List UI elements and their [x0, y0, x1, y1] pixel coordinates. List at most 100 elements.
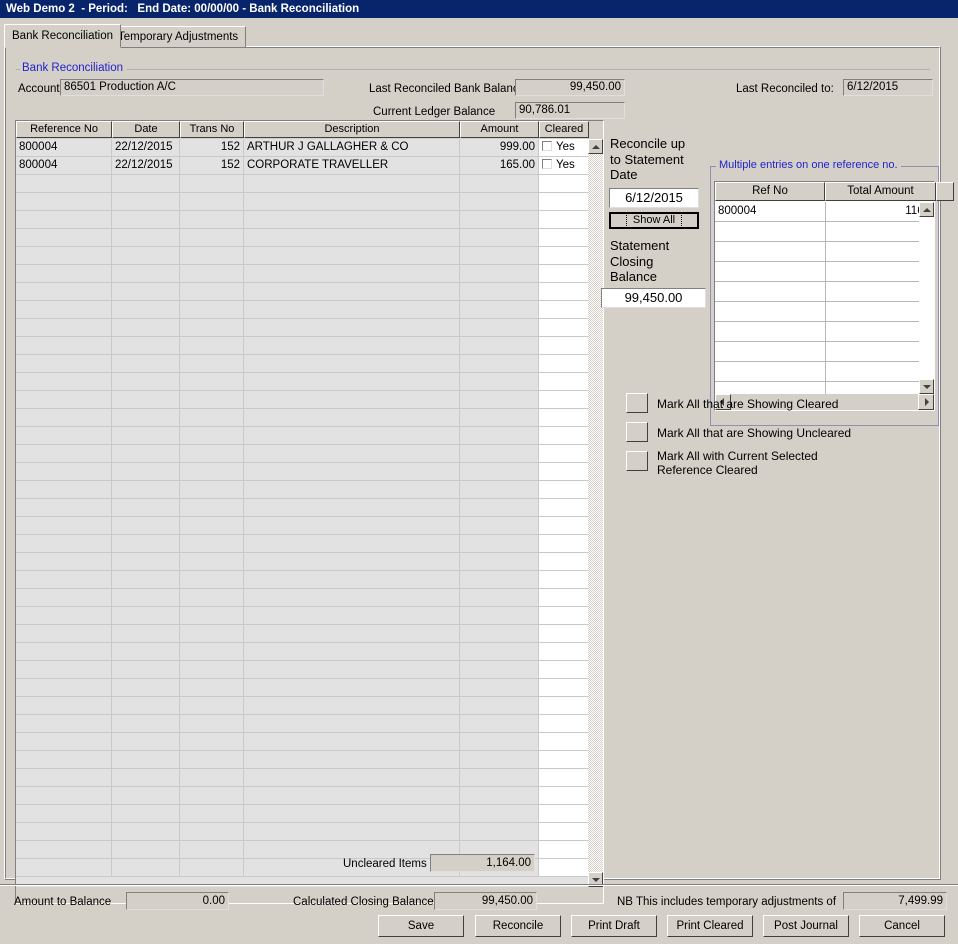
cell-amount[interactable] — [460, 445, 539, 463]
column-header-cleared[interactable]: Cleared — [539, 121, 589, 138]
table-row[interactable] — [16, 427, 589, 445]
cell-trans-no[interactable] — [180, 859, 244, 877]
table-row[interactable] — [16, 787, 589, 805]
table-row[interactable] — [16, 661, 589, 679]
cell-amount[interactable]: 999.00 — [460, 139, 539, 157]
cell-amount[interactable] — [460, 283, 539, 301]
cell-trans-no[interactable] — [180, 499, 244, 517]
table-row[interactable] — [16, 463, 589, 481]
cell-trans-no[interactable] — [180, 319, 244, 337]
cell-description[interactable] — [244, 841, 460, 859]
table-row[interactable] — [16, 679, 589, 697]
table-row[interactable] — [16, 643, 589, 661]
cell-date[interactable] — [112, 373, 180, 391]
cell-reference-no[interactable] — [16, 787, 112, 805]
cell-amount[interactable] — [460, 733, 539, 751]
cell-reference-no[interactable] — [16, 337, 112, 355]
cell-reference-no[interactable] — [16, 265, 112, 283]
cell-description[interactable] — [244, 301, 460, 319]
cell-description[interactable] — [244, 391, 460, 409]
multiple-entries-row[interactable] — [715, 222, 919, 242]
cell-trans-no[interactable] — [180, 661, 244, 679]
table-row[interactable] — [16, 481, 589, 499]
cell-cleared[interactable] — [539, 589, 589, 607]
cell-amount[interactable] — [460, 337, 539, 355]
cell-cleared[interactable]: Yes — [539, 139, 589, 157]
cell-amount[interactable] — [460, 229, 539, 247]
cell-trans-no[interactable] — [180, 823, 244, 841]
cell-trans-no[interactable] — [180, 229, 244, 247]
cell-reference-no[interactable] — [16, 661, 112, 679]
cell-cleared[interactable] — [539, 733, 589, 751]
cell-cleared[interactable] — [539, 265, 589, 283]
cell-cleared[interactable] — [539, 373, 589, 391]
cell-date[interactable] — [112, 679, 180, 697]
cell-reference-no[interactable] — [16, 499, 112, 517]
cell-reference-no[interactable] — [16, 355, 112, 373]
cell-description[interactable]: ARTHUR J GALLAGHER & CO — [244, 139, 460, 157]
cell-date[interactable] — [112, 193, 180, 211]
post-journal-button[interactable]: Post Journal — [763, 915, 849, 937]
cell-cleared[interactable] — [539, 697, 589, 715]
cell-reference-no[interactable] — [16, 751, 112, 769]
cell-cleared[interactable] — [539, 229, 589, 247]
cell-amount[interactable] — [460, 661, 539, 679]
cell-amount[interactable] — [460, 589, 539, 607]
cell-reference-no[interactable] — [16, 625, 112, 643]
cell-date[interactable] — [112, 175, 180, 193]
cell-cleared[interactable]: Yes — [539, 157, 589, 175]
table-row[interactable] — [16, 589, 589, 607]
cell-description[interactable] — [244, 679, 460, 697]
cell-date[interactable] — [112, 391, 180, 409]
cell-cleared[interactable] — [539, 607, 589, 625]
cell-description[interactable] — [244, 229, 460, 247]
table-row[interactable] — [16, 553, 589, 571]
cell-description[interactable] — [244, 697, 460, 715]
cell-description[interactable] — [244, 319, 460, 337]
cell-amount[interactable] — [460, 211, 539, 229]
cell-reference-no[interactable] — [16, 823, 112, 841]
scroll-up-button[interactable] — [588, 139, 603, 154]
cancel-button[interactable]: Cancel — [859, 915, 945, 937]
cell-reference-no[interactable] — [16, 643, 112, 661]
cell-trans-no[interactable] — [180, 625, 244, 643]
cell-description[interactable] — [244, 751, 460, 769]
cell-cleared[interactable] — [539, 751, 589, 769]
cell-date[interactable] — [112, 661, 180, 679]
cell-date[interactable] — [112, 229, 180, 247]
cell-amount[interactable] — [460, 427, 539, 445]
cell-amount[interactable] — [460, 265, 539, 283]
table-row[interactable] — [16, 283, 589, 301]
mark-all-showing-cleared-checkbox[interactable] — [626, 393, 648, 413]
cell-amount[interactable] — [460, 319, 539, 337]
multiple-entries-scroll-up[interactable] — [919, 202, 934, 217]
cell-date[interactable] — [112, 787, 180, 805]
last-reconciled-to-field[interactable]: 6/12/2015 — [843, 79, 933, 96]
print-draft-button[interactable]: Print Draft — [571, 915, 657, 937]
cell-date[interactable] — [112, 625, 180, 643]
cell-amount[interactable] — [460, 499, 539, 517]
cell-total-amount[interactable] — [825, 262, 933, 282]
cell-description[interactable] — [244, 193, 460, 211]
cell-amount[interactable] — [460, 373, 539, 391]
reconcile-date-field[interactable]: 6/12/2015 — [609, 188, 699, 208]
cell-cleared[interactable] — [539, 841, 589, 859]
cell-trans-no[interactable] — [180, 571, 244, 589]
cell-reference-no[interactable] — [16, 715, 112, 733]
cell-total-amount[interactable] — [825, 242, 933, 262]
cell-ref-no[interactable] — [715, 342, 825, 362]
cell-trans-no[interactable] — [180, 643, 244, 661]
cell-trans-no[interactable] — [180, 175, 244, 193]
cell-trans-no[interactable] — [180, 517, 244, 535]
cell-date[interactable] — [112, 499, 180, 517]
cell-description[interactable] — [244, 553, 460, 571]
cell-date[interactable] — [112, 571, 180, 589]
cell-trans-no[interactable]: 152 — [180, 139, 244, 157]
cell-description[interactable] — [244, 175, 460, 193]
cell-amount[interactable] — [460, 193, 539, 211]
table-row[interactable]: 800004 22/12/2015 152 ARTHUR J GALLAGHER & … — [16, 139, 589, 157]
table-row[interactable] — [16, 265, 589, 283]
cell-reference-no[interactable] — [16, 733, 112, 751]
tab-temporary-adjustments[interactable]: Temporary Adjustments — [110, 26, 247, 47]
cell-reference-no[interactable] — [16, 229, 112, 247]
